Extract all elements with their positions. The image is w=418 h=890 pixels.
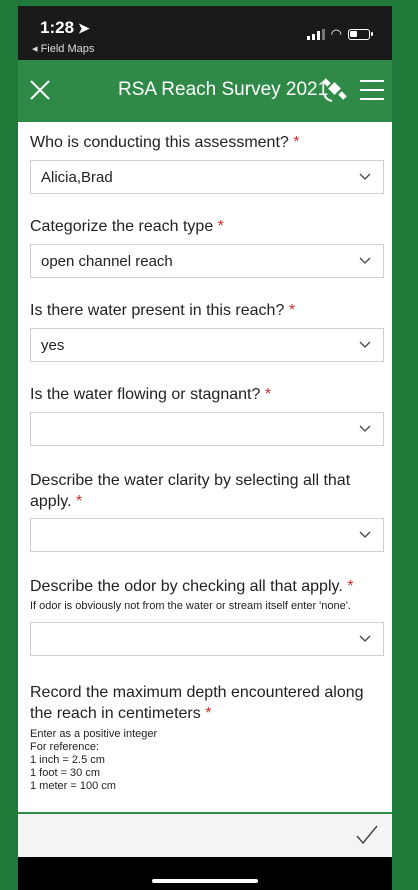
status-bar: 1:28 ➤ ◂ Field Maps ◠	[18, 6, 392, 60]
question-odor: Describe the odor by checking all that a…	[30, 576, 384, 597]
odor-select[interactable]	[30, 622, 384, 656]
field-value: Alicia,Brad	[41, 169, 113, 186]
phone-screen: 1:28 ➤ ◂ Field Maps ◠ RSA Reach Survey 20…	[18, 6, 392, 890]
required-marker: *	[75, 493, 83, 510]
flow-select[interactable]	[30, 412, 384, 446]
submit-check-icon[interactable]	[354, 822, 380, 848]
chevron-down-icon	[359, 635, 371, 642]
chevron-down-icon	[359, 173, 371, 180]
question-reach-type: Categorize the reach type *	[30, 216, 384, 237]
cellular-signal-icon	[306, 28, 325, 40]
required-marker: *	[288, 302, 296, 319]
assessor-select[interactable]: Alicia,Brad	[30, 160, 384, 194]
required-marker: *	[264, 386, 272, 403]
home-indicator[interactable]	[152, 879, 258, 883]
question-assessor: Who is conducting this assessment? *	[30, 132, 384, 153]
required-marker: *	[293, 134, 300, 151]
question-label: Record the maximum depth encountered alo…	[30, 684, 364, 722]
status-indicators: ◠	[306, 26, 373, 42]
question-label: Categorize the reach type	[30, 218, 214, 235]
chevron-down-icon	[359, 257, 371, 264]
hint-line: For reference:	[30, 741, 100, 753]
form-footer	[18, 814, 392, 857]
back-to-app-link[interactable]: ◂ Field Maps	[32, 42, 94, 55]
hamburger-menu-icon[interactable]	[360, 80, 384, 100]
status-time: 1:28 ➤	[40, 18, 90, 38]
app-header: RSA Reach Survey 2021	[18, 60, 392, 122]
hint-line: 1 meter = 100 cm	[30, 780, 116, 792]
field-value: open channel reach	[41, 253, 173, 270]
hint-line: Enter as a positive integer	[30, 728, 158, 740]
reach-type-select[interactable]: open channel reach	[30, 244, 384, 278]
hint-line: 1 foot = 30 cm	[30, 767, 101, 779]
question-label: Is there water present in this reach?	[30, 302, 285, 319]
required-marker: *	[205, 705, 212, 722]
hint-line: 1 inch = 2.5 cm	[30, 754, 105, 766]
survey-form: Who is conducting this assessment? * Ali…	[18, 122, 392, 812]
satellite-gps-icon[interactable]	[320, 74, 350, 104]
close-icon[interactable]	[26, 76, 54, 104]
form-title: RSA Reach Survey 2021	[118, 79, 329, 100]
clarity-select[interactable]	[30, 518, 384, 552]
depth-hint: Enter as a positive integer For referenc…	[30, 728, 390, 793]
location-arrow-icon: ➤	[78, 20, 90, 36]
question-flow: Is the water flowing or stagnant? *	[30, 384, 384, 405]
wifi-icon: ◠	[330, 26, 342, 41]
chevron-down-icon	[359, 341, 371, 348]
chevron-down-icon	[359, 531, 371, 538]
question-water-present: Is there water present in this reach? *	[30, 300, 384, 321]
battery-icon	[348, 28, 373, 40]
field-value: yes	[41, 337, 65, 354]
question-label: Is the water flowing or stagnant?	[30, 386, 261, 403]
question-clarity: Describe the water clarity by selecting …	[30, 470, 384, 512]
question-max-depth: Record the maximum depth encountered alo…	[30, 682, 384, 724]
odor-hint: If odor is obviously not from the water …	[30, 600, 351, 612]
chevron-down-icon	[359, 425, 371, 432]
question-label: Who is conducting this assessment?	[30, 134, 289, 151]
required-marker: *	[347, 578, 354, 595]
home-indicator-bar	[18, 857, 392, 890]
question-label: Describe the odor by checking all that a…	[30, 578, 343, 595]
time-text: 1:28	[40, 18, 75, 37]
required-marker: *	[217, 218, 224, 235]
water-present-select[interactable]: yes	[30, 328, 384, 362]
